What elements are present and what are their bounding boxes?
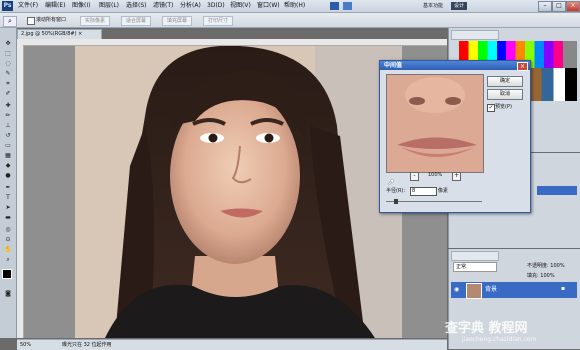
ok-button[interactable]: 确定 [487, 76, 523, 87]
layer-row-background[interactable]: ◉ 背景 ▪ [451, 282, 577, 299]
hand-tool-icon[interactable]: ✋ [3, 246, 13, 253]
fit-screen-button[interactable]: 适合屏幕 [121, 16, 152, 26]
menu-layer[interactable]: 图层(L) [99, 1, 119, 11]
crop-tool-icon[interactable]: ⌗ [3, 80, 13, 87]
brush-tool-icon[interactable]: ✏ [3, 112, 13, 119]
fill-field[interactable]: 填充: 100% [527, 272, 555, 280]
menu-analysis[interactable]: 分析(A) [180, 1, 201, 11]
swatches-tab[interactable] [451, 30, 499, 40]
type-tool-icon[interactable]: T [3, 194, 13, 201]
eyedropper-tool-icon[interactable]: ✐ [3, 90, 13, 97]
workspace-design[interactable]: 设计 [451, 2, 468, 10]
radius-slider-handle[interactable] [394, 199, 398, 204]
filter-preview[interactable] [386, 74, 484, 173]
zoom-out-button[interactable]: - [410, 172, 419, 181]
actual-pixels-button[interactable]: 实际像素 [80, 16, 111, 26]
move-tool-icon[interactable]: ✥ [3, 40, 13, 47]
layers-tab[interactable] [451, 251, 499, 261]
median-dialog: 中间值 × - 100% + 确定 取消 ✓ 预览(P) 半径(R): 8 像素 [379, 60, 531, 213]
photoshop-logo: Ps [2, 1, 13, 11]
dialog-titlebar[interactable]: 中间值 [380, 61, 530, 70]
quick-mask-icon[interactable]: ◙ [3, 290, 13, 297]
tools-panel: ✥ ⬚ ◌ ✎ ⌗ ✐ ✚ ✏ ⊥ ↺ ▭ ▦ ◆ ● ✒ T ➤ ▬ ◎ ⊙ … [0, 28, 17, 338]
dodge-tool-icon[interactable]: ● [3, 172, 13, 179]
shape-tool-icon[interactable]: ▬ [3, 214, 13, 221]
gradient-tool-icon[interactable]: ▦ [3, 152, 13, 159]
cancel-button[interactable]: 取消 [487, 89, 523, 100]
print-size-button[interactable]: 打印尺寸 [203, 16, 234, 26]
workspace-essentials[interactable]: 基本功能 [420, 2, 446, 10]
document-photo[interactable] [75, 46, 402, 338]
zoom-in-button[interactable]: + [452, 172, 461, 181]
menu-file[interactable]: 文件(F) [18, 1, 38, 11]
close-icon[interactable]: × [517, 62, 528, 71]
options-bar: ⌕ 滚动所有窗口 实际像素 适合屏幕 填充屏幕 打印尺寸 [0, 13, 580, 28]
history-brush-tool-icon[interactable]: ↺ [3, 132, 13, 139]
menu-image[interactable]: 图像(I) [72, 1, 90, 11]
selected-preset-row[interactable] [537, 186, 577, 195]
document-title: 2.jpg @ 50%(RGB/8#) [21, 31, 77, 37]
path-select-tool-icon[interactable]: ➤ [3, 204, 13, 211]
pen-tool-icon[interactable]: ✒ [3, 184, 13, 191]
menu-select[interactable]: 选择(S) [126, 1, 147, 11]
layer-thumbnail [466, 283, 482, 299]
3d-rotate-tool-icon[interactable]: ◎ [3, 226, 13, 233]
marquee-tool-icon[interactable]: ⬚ [3, 50, 13, 57]
ruler-vertical [17, 45, 24, 338]
minibridge-icon[interactable] [343, 2, 352, 10]
radius-label: 半径(R): [386, 188, 406, 194]
preview-zoom-level: 100% [428, 172, 443, 178]
preview-image [387, 75, 483, 172]
menu-help[interactable]: 帮助(H) [284, 1, 305, 11]
zoom-tool-icon[interactable]: ⌕ [3, 16, 17, 27]
eraser-tool-icon[interactable]: ▭ [3, 142, 13, 149]
preview-label: 预览(P) [495, 104, 512, 110]
scroll-all-label: 滚动所有窗口 [36, 17, 67, 23]
dialog-title: 中间值 [384, 62, 403, 69]
minimize-icon[interactable]: – [538, 1, 552, 12]
watermark-logo: 查字典 教程网 [445, 321, 528, 336]
close-icon[interactable]: × [566, 1, 580, 12]
zoom-tool-icon[interactable]: ⌕ [3, 256, 13, 263]
lock-icon: ▪ [561, 285, 566, 292]
maximize-icon[interactable]: □ [552, 1, 566, 12]
layer-name: 背景 [485, 286, 498, 293]
menu-3d[interactable]: 3D(D) [207, 1, 225, 11]
ruler-horizontal [17, 39, 447, 46]
fill-screen-button[interactable]: 填充屏幕 [162, 16, 193, 26]
mouse-cursor-icon: ➚ [387, 178, 395, 188]
menu-edit[interactable]: 编辑(E) [45, 1, 65, 11]
lasso-tool-icon[interactable]: ◌ [3, 60, 13, 67]
bridge-icon[interactable] [330, 2, 339, 10]
watermark-url: jiaocheng.chazidian.com [462, 336, 537, 343]
eye-icon[interactable]: ◉ [454, 286, 461, 293]
opacity-field[interactable]: 不透明度: 100% [527, 262, 565, 270]
menu-view[interactable]: 视图(V) [230, 1, 251, 11]
tab-close-icon[interactable]: × [78, 31, 82, 37]
status-bar: 50% 曝光只在 32 位起作用 [17, 339, 447, 350]
scroll-all-checkbox[interactable] [27, 17, 35, 25]
portrait-image [75, 46, 402, 338]
quick-select-tool-icon[interactable]: ✎ [3, 70, 13, 77]
radius-unit: 像素 [438, 188, 449, 194]
foreground-color-swatch[interactable] [2, 269, 12, 279]
radius-slider-track[interactable] [386, 201, 482, 202]
blur-tool-icon[interactable]: ◆ [3, 162, 13, 169]
menu-bar: Ps 文件(F) 编辑(E) 图像(I) 图层(L) 选择(S) 滤镜(T) 分… [0, 0, 580, 13]
3d-camera-tool-icon[interactable]: ⊙ [3, 236, 13, 243]
document-tab[interactable]: 2.jpg @ 50%(RGB/8#) × [17, 29, 102, 39]
healing-tool-icon[interactable]: ✚ [3, 102, 13, 109]
menu-filter[interactable]: 滤镜(T) [153, 1, 173, 11]
preview-checkbox[interactable]: ✓ [487, 104, 495, 112]
blend-mode-select[interactable]: 正常 [453, 262, 497, 272]
radius-input[interactable]: 8 [410, 187, 437, 196]
stamp-tool-icon[interactable]: ⊥ [3, 122, 13, 129]
menu-window[interactable]: 窗口(W) [257, 1, 280, 11]
